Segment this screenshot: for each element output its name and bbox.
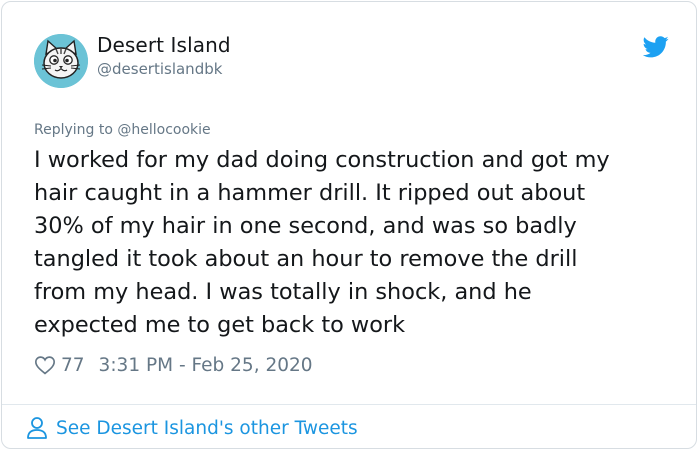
author-handle[interactable]: @desertislandbk: [97, 60, 222, 78]
replying-to-prefix: Replying to: [34, 122, 113, 138]
tweet-text-line: 30% of my hair in one second, and was so…: [34, 213, 577, 239]
see-other-tweets-link[interactable]: See Desert Island's other Tweets: [26, 415, 358, 441]
reply-mention-link[interactable]: @hellocookie: [117, 122, 210, 138]
tweet-text-line: from my head. I was totally in shock, an…: [34, 279, 532, 305]
footer-divider: [2, 404, 696, 405]
tweet-text-line: expected me to get back to work: [34, 312, 406, 338]
twitter-bird-icon[interactable]: [643, 36, 669, 58]
replying-to: Replying to @hellocookie: [34, 122, 211, 138]
see-other-tweets-label[interactable]: See Desert Island's other Tweets: [56, 418, 358, 439]
heart-icon[interactable]: [34, 354, 56, 376]
tweet-timestamp[interactable]: 3:31 PM - Feb 25, 2020: [99, 355, 313, 376]
tweet-text-line: tangled it took about an hour to remove …: [34, 246, 578, 272]
author-display-name[interactable]: Desert Island: [97, 33, 231, 57]
cat-face-icon: [34, 34, 88, 88]
tweet-text-line: hair caught in a hammer drill. It ripped…: [34, 180, 586, 206]
tweet-text: I worked for my dad doing construction a…: [34, 144, 674, 342]
tweet-meta: 77 3:31 PM - Feb 25, 2020: [34, 352, 313, 378]
person-icon: [27, 417, 47, 439]
tweet-text-line: I worked for my dad doing construction a…: [34, 147, 610, 173]
tweet-card: Desert Island @desertislandbk Replying t…: [1, 1, 697, 449]
like-count: 77: [61, 354, 85, 376]
avatar[interactable]: [34, 34, 88, 88]
